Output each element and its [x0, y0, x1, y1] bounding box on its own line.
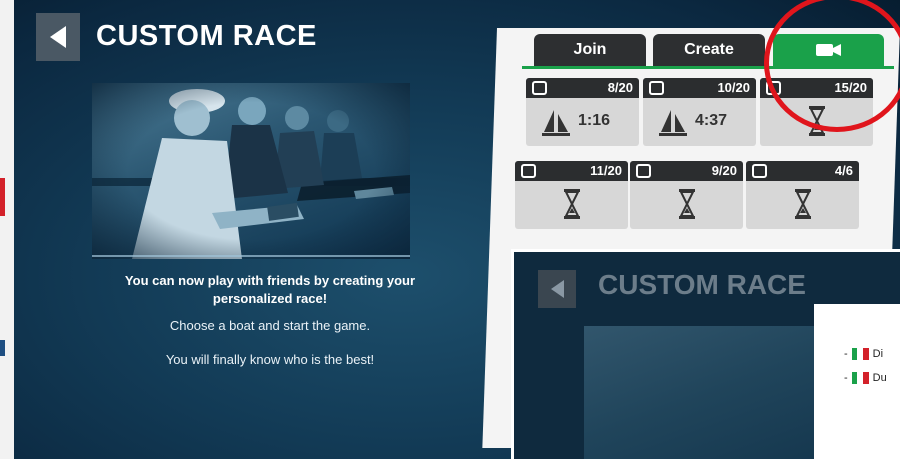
edge-red-mark: [0, 178, 5, 216]
race-card[interactable]: 4/6: [746, 161, 859, 229]
race-timer: 4:37: [695, 112, 728, 129]
inset-player-row: - Di: [844, 348, 883, 360]
inset-title: CUSTOM RACE: [598, 269, 806, 300]
inset-back-arrow-icon: [550, 280, 564, 298]
tab-join[interactable]: Join: [534, 34, 646, 66]
photo-divider: [92, 255, 410, 257]
race-player-count: 11/20: [590, 163, 622, 178]
lock-icon: [521, 164, 536, 178]
lock-icon: [752, 164, 767, 178]
lock-icon: [636, 164, 651, 178]
inset-back-button: [538, 270, 576, 308]
race-player-count: 4/6: [834, 163, 853, 178]
page-title: CUSTOM RACE: [96, 20, 317, 52]
game-screen: CUSTOM RACE You can now play with friend…: [0, 0, 900, 459]
row-bullet: -: [844, 372, 848, 384]
race-card[interactable]: 9/20: [630, 161, 743, 229]
intro-line-2: personalized race!: [212, 291, 328, 306]
intro-line-1: You can now play with friends by creatin…: [124, 273, 416, 288]
tab-create[interactable]: Create: [653, 34, 765, 66]
back-button[interactable]: [36, 13, 80, 61]
race-card[interactable]: 11/20: [515, 161, 628, 229]
hourglass-icon: [563, 189, 580, 219]
inset-player-row: - Du: [844, 372, 887, 384]
race-player-count: 8/20: [607, 80, 633, 95]
race-timer: 1:16: [578, 112, 611, 129]
instruction-text: Choose a boat and start the game.: [169, 318, 371, 333]
players-photo-art: [92, 89, 410, 259]
inset-photo: [584, 326, 824, 459]
screen-edge: [0, 0, 14, 459]
sailboat-icon: [542, 110, 570, 136]
hourglass-icon: [794, 189, 811, 219]
player-name: Di: [872, 348, 884, 360]
tagline-text: You will finally know who is the best!: [165, 352, 375, 367]
race-card[interactable]: 10/20 4:37: [643, 78, 756, 146]
sailboat-icon: [659, 110, 687, 136]
hourglass-icon: [678, 189, 695, 219]
inset-screenshot: CUSTOM RACE - Di - Du: [511, 249, 900, 459]
intro-text: You can now play with friends by creatin…: [60, 272, 480, 308]
italy-flag-icon: [851, 348, 869, 360]
race-player-count: 10/20: [717, 80, 750, 95]
players-icon: [649, 81, 664, 95]
row-bullet: -: [844, 348, 848, 360]
italy-flag-icon: [851, 372, 869, 384]
edge-blue-mark: [0, 340, 5, 356]
race-card[interactable]: 8/20 1:16: [526, 78, 639, 146]
player-name: Du: [872, 372, 887, 384]
players-icon: [532, 81, 547, 95]
race-player-count: 9/20: [711, 163, 737, 178]
back-arrow-icon: [50, 26, 66, 48]
players-photo: [92, 83, 410, 259]
